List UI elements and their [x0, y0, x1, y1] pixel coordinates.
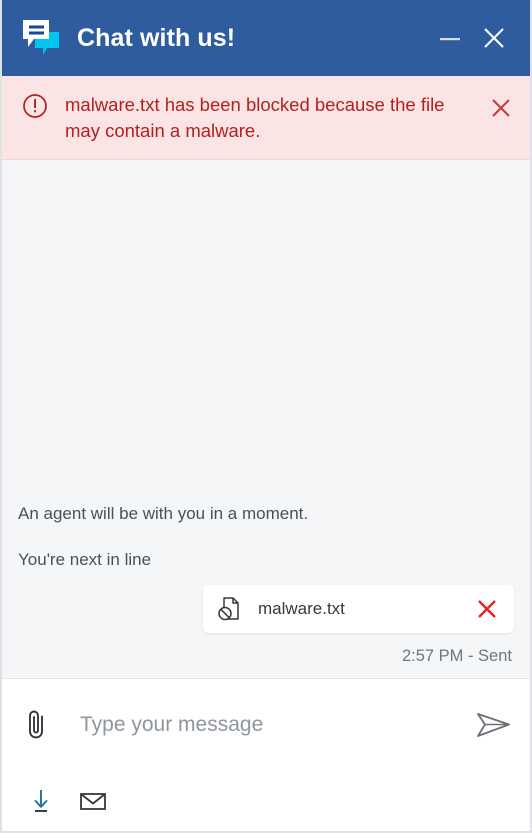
list-item: You're next in line: [18, 549, 152, 569]
chat-bubbles-icon: [19, 18, 63, 58]
minimize-button[interactable]: [428, 16, 472, 60]
email-transcript-icon[interactable]: [74, 782, 112, 820]
list-item: An agent will be with you in a moment.: [18, 503, 309, 523]
download-transcript-icon[interactable]: [22, 782, 60, 820]
send-paper-plane-icon[interactable]: [470, 702, 516, 748]
blocked-file-icon: [217, 596, 241, 622]
exclamation-circle-icon: [22, 93, 48, 119]
window-titlebar: Chat with us!: [2, 0, 530, 76]
attachment-remove-button[interactable]: [474, 596, 500, 622]
close-button[interactable]: [472, 16, 516, 60]
message-input[interactable]: [54, 705, 470, 745]
message-composer: [2, 679, 530, 771]
footer-actions: [2, 771, 530, 831]
attachment-filename: malware.txt: [258, 599, 345, 618]
alert-banner: malware.txt has been blocked because the…: [2, 76, 530, 160]
chat-widget: Chat with us! malware.txt has been block…: [0, 0, 532, 833]
chat-message-list: An agent will be with you in a moment. Y…: [2, 159, 530, 679]
message-status: 2:57 PM - Sent: [401, 647, 512, 665]
attachment-row: malware.txt: [18, 585, 514, 633]
page-title: Chat with us!: [77, 23, 236, 52]
alert-message: malware.txt has been blocked because the…: [65, 94, 445, 142]
alert-close-button[interactable]: [486, 93, 516, 123]
attachment-card[interactable]: malware.txt: [203, 585, 514, 633]
paperclip-icon[interactable]: [20, 705, 54, 745]
